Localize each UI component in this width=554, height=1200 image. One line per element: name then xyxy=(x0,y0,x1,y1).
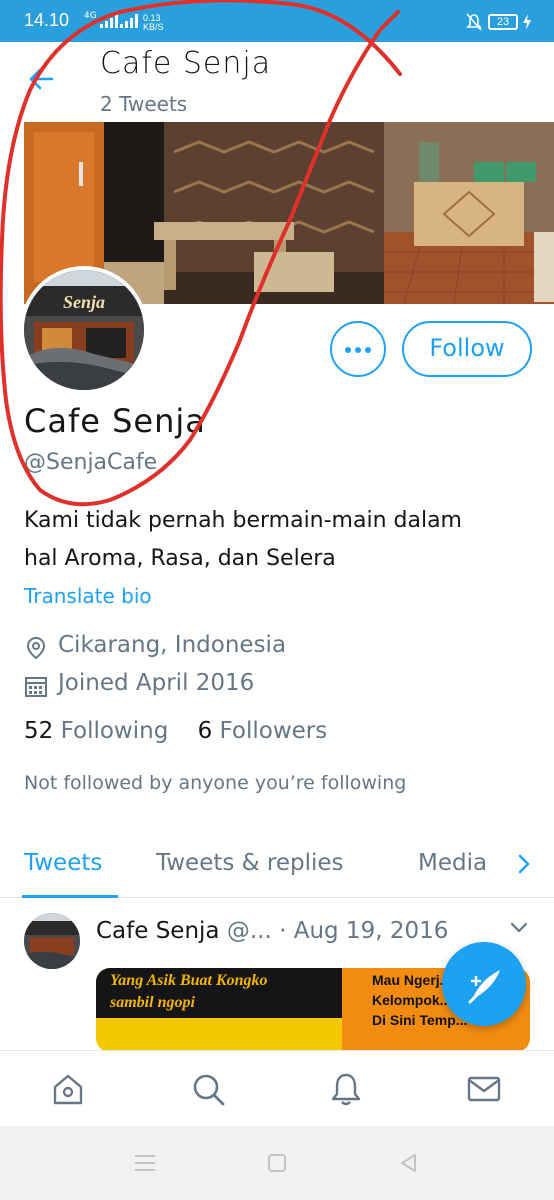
media-text: Yang Asik Buat Kongko xyxy=(110,972,268,989)
mute-bell-icon xyxy=(466,13,482,31)
profile-bio: Kami tidak pernah bermain-main dalam hal… xyxy=(24,508,462,571)
avatar-sign: Senja xyxy=(63,292,105,312)
home-icon[interactable] xyxy=(50,1071,86,1107)
follow-stats: 52 Following 6 Followers xyxy=(24,718,327,744)
status-time: 14.10 xyxy=(24,10,70,30)
not-followed-notice: Not followed by anyone you’re following xyxy=(24,772,407,794)
status-bar: 14.10 4G 0.13 KB/S 23 xyxy=(0,0,554,42)
tweet-header: Cafe Senja @... · Aug 19, 2016 xyxy=(96,918,448,944)
charging-icon xyxy=(523,14,531,30)
mail-icon[interactable] xyxy=(466,1071,502,1107)
calendar-icon xyxy=(25,677,47,697)
tweet-author[interactable]: Cafe Senja xyxy=(96,918,220,944)
network-speed: 0.13 KB/S xyxy=(143,13,164,32)
back-triangle-icon[interactable] xyxy=(397,1152,421,1174)
followers-link[interactable]: 6 Followers xyxy=(198,718,328,744)
bell-icon[interactable] xyxy=(328,1071,364,1107)
compose-tweet-button[interactable] xyxy=(442,942,526,1026)
media-text: sambil ngopi xyxy=(110,994,195,1011)
chevron-right-icon[interactable] xyxy=(514,852,534,876)
compose-quill-icon xyxy=(468,970,500,1004)
location-pin-icon xyxy=(26,636,46,660)
arrow-left-icon[interactable] xyxy=(28,66,54,92)
tab-media[interactable]: Media xyxy=(418,850,487,876)
active-tab-indicator xyxy=(22,895,118,898)
tweet-meta: @... · Aug 19, 2016 xyxy=(219,918,449,944)
home-square-icon[interactable] xyxy=(265,1152,289,1174)
header-title: Cafe Senja xyxy=(100,46,272,81)
translate-bio-link[interactable]: Translate bio xyxy=(24,584,152,608)
profile-handle: @SenjaCafe xyxy=(24,450,158,475)
following-link[interactable]: 52 Following xyxy=(24,718,168,744)
tab-tweets-replies[interactable]: Tweets & replies xyxy=(156,850,344,876)
signal-icon-2 xyxy=(120,14,138,28)
profile-name: Cafe Senja xyxy=(24,402,206,440)
profile-header: Cafe Senja 2 Tweets xyxy=(0,42,554,118)
menu-icon[interactable] xyxy=(133,1152,157,1174)
profile-avatar[interactable]: Senja xyxy=(20,266,148,394)
bottom-navigation xyxy=(0,1050,554,1126)
tweet-count: 2 Tweets xyxy=(100,92,188,116)
search-icon[interactable] xyxy=(190,1071,226,1107)
more-options-button[interactable] xyxy=(330,321,386,377)
signal-icon xyxy=(100,14,118,28)
network-type: 4G xyxy=(84,11,97,21)
system-navigation-bar xyxy=(0,1126,554,1200)
profile-tabs: Tweets Tweets & replies Media xyxy=(0,838,554,898)
chevron-down-icon[interactable] xyxy=(508,920,530,936)
follow-button[interactable]: Follow xyxy=(402,321,532,377)
battery-indicator: 23 xyxy=(488,14,518,30)
tweet-avatar[interactable] xyxy=(24,913,80,969)
tab-tweets[interactable]: Tweets xyxy=(24,850,102,876)
